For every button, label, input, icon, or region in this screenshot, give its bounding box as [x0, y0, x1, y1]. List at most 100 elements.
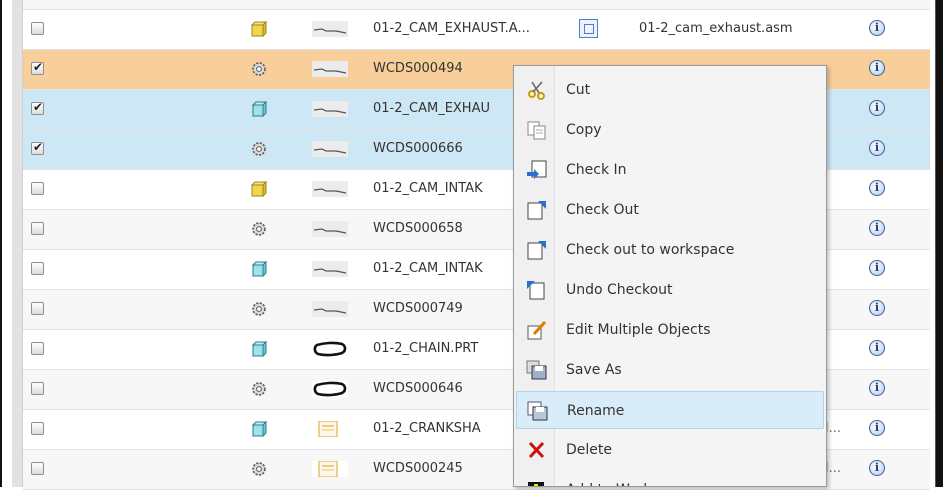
info-icon[interactable]: i [869, 260, 885, 276]
check-out-icon [526, 200, 548, 220]
object-name-link[interactable]: WCDS000245 [373, 461, 463, 476]
row-checkbox[interactable] [31, 342, 44, 355]
row-checkbox[interactable] [31, 382, 44, 395]
checkmark-icon: ✔ [33, 140, 44, 154]
window-frame-right [936, 0, 943, 487]
truncated-cell-text: l... [825, 421, 842, 436]
assembly-type-icon [249, 180, 269, 198]
check-in-icon [526, 160, 548, 180]
menu-item-check-out[interactable]: Check Out [516, 191, 824, 229]
thumbnail-chain-icon[interactable] [312, 341, 348, 357]
info-icon[interactable]: i [869, 220, 885, 236]
menu-item-label: Add to Workspace [566, 482, 693, 486]
row-checkbox-checked[interactable]: ✔ [31, 140, 44, 155]
assembly-type-icon [249, 20, 269, 38]
rename-icon [527, 401, 549, 421]
menu-item-delete[interactable]: Delete [516, 431, 824, 469]
gear-type-icon [249, 60, 269, 78]
gear-type-icon [249, 460, 269, 478]
thumbnail-line-icon[interactable] [312, 21, 348, 37]
menu-item-undo-checkout[interactable]: Undo Checkout [516, 271, 824, 309]
thumbnail-document-icon[interactable] [312, 460, 348, 478]
object-name-link[interactable]: WCDS000494 [373, 61, 463, 76]
object-name-link[interactable]: WCDS000666 [373, 141, 463, 156]
menu-item-label: Copy [566, 122, 602, 138]
info-icon[interactable]: i [869, 460, 885, 476]
gear-type-icon [249, 140, 269, 158]
thumbnail-line-icon[interactable] [312, 101, 348, 117]
info-icon[interactable]: i [869, 180, 885, 196]
table-row[interactable]: 01-2_CAM_EXHAUST.A... 01-2_cam_exhaust.as… [23, 10, 930, 50]
row-checkbox[interactable] [31, 222, 44, 235]
menu-item-label: Cut [566, 82, 591, 98]
row-checkbox[interactable] [31, 422, 44, 435]
thumbnail-line-icon[interactable] [312, 61, 348, 77]
row-checkbox[interactable] [31, 22, 44, 35]
object-name-link[interactable]: 01-2_CAM_INTAK [373, 261, 483, 276]
row-checkbox[interactable] [31, 262, 44, 275]
thumbnail-line-icon[interactable] [312, 181, 348, 197]
gear-type-icon [249, 220, 269, 238]
info-icon[interactable]: i [869, 100, 885, 116]
object-name-link[interactable]: 01-2_CAM_EXHAUST.A... [373, 21, 530, 36]
gear-type-icon [249, 380, 269, 398]
info-icon[interactable]: i [869, 380, 885, 396]
checkmark-icon: ✔ [33, 60, 44, 74]
menu-item-check-in[interactable]: Check In [516, 151, 824, 189]
thumbnail-chain-icon[interactable] [312, 381, 348, 397]
menu-item-label: Check out to workspace [566, 242, 735, 258]
info-icon[interactable]: i [869, 140, 885, 156]
thumbnail-line-icon[interactable] [312, 221, 348, 237]
thumbnail-line-icon[interactable] [312, 301, 348, 317]
row-checkbox[interactable] [31, 182, 44, 195]
info-icon[interactable]: i [869, 300, 885, 316]
menu-item-add-to-workspace[interactable]: Add to Workspace [516, 471, 824, 486]
window-frame-left [0, 0, 2, 487]
object-name-link[interactable]: 01-2_CAM_INTAK [373, 181, 483, 196]
file-name: 01-2_cam_exhaust.asm [639, 21, 793, 36]
info-icon[interactable]: i [869, 340, 885, 356]
menu-item-label: Edit Multiple Objects [566, 322, 711, 338]
open-in-window-icon[interactable] [579, 19, 598, 38]
part-type-icon [249, 100, 269, 118]
row-checkbox[interactable] [31, 462, 44, 475]
menu-item-label: Check Out [566, 202, 639, 218]
delete-icon [526, 440, 548, 460]
menu-item-save-as[interactable]: Save As [516, 351, 824, 389]
grid-left-gutter [12, 0, 23, 487]
info-icon[interactable]: i [869, 60, 885, 76]
thumbnail-line-icon[interactable] [312, 261, 348, 277]
thumbnail-document-icon[interactable] [312, 420, 348, 438]
undo-checkout-icon [526, 280, 548, 300]
context-menu: Cut Copy Check In Check Out Check out to wor… [513, 65, 827, 487]
edit-multiple-icon [526, 320, 548, 340]
menu-item-check-out-to-workspace[interactable]: Check out to workspace [516, 231, 824, 269]
menu-item-label: Save As [566, 362, 622, 378]
row-checkbox-checked[interactable]: ✔ [31, 100, 44, 115]
row-checkbox[interactable] [31, 302, 44, 315]
menu-item-label: Delete [566, 442, 612, 458]
menu-item-cut[interactable]: Cut [516, 71, 824, 109]
part-type-icon [249, 420, 269, 438]
menu-item-label: Rename [567, 403, 625, 419]
truncated-cell-text: l... [825, 461, 842, 476]
object-name-link[interactable]: 01-2_CRANKSHA [373, 421, 481, 436]
part-type-icon [249, 260, 269, 278]
row-checkbox-checked[interactable]: ✔ [31, 60, 44, 75]
info-icon[interactable]: i [869, 420, 885, 436]
gear-type-icon [249, 300, 269, 318]
object-name-link[interactable]: WCDS000646 [373, 381, 463, 396]
menu-item-copy[interactable]: Copy [516, 111, 824, 149]
object-name-link[interactable]: WCDS000658 [373, 221, 463, 236]
menu-item-edit-multiple-objects[interactable]: Edit Multiple Objects [516, 311, 824, 349]
object-name-link[interactable]: 01-2_CAM_EXHAU [373, 101, 490, 116]
menu-item-label: Undo Checkout [566, 282, 673, 298]
object-name-link[interactable]: WCDS000749 [373, 301, 463, 316]
checkmark-icon: ✔ [33, 100, 44, 114]
check-out-workspace-icon [526, 240, 548, 260]
thumbnail-line-icon[interactable] [312, 141, 348, 157]
object-name-link[interactable]: 01-2_CHAIN.PRT [373, 341, 478, 356]
menu-item-rename[interactable]: Rename [516, 391, 824, 429]
info-icon[interactable]: i [869, 20, 885, 36]
menu-item-label: Check In [566, 162, 627, 178]
